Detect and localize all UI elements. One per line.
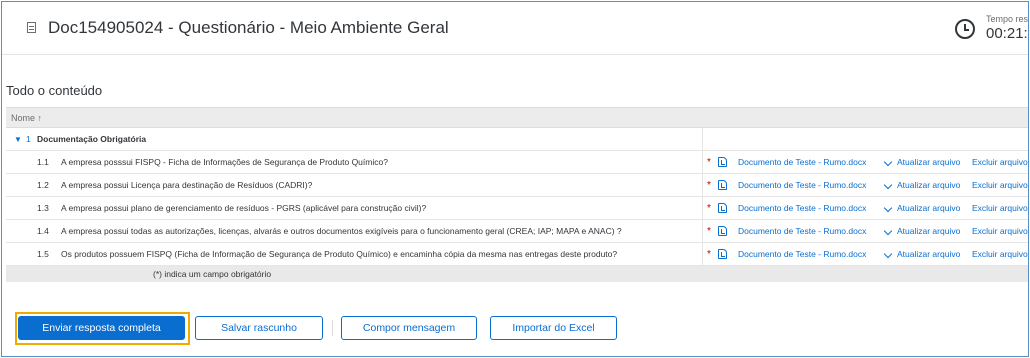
page-title: Doc154905024 - Questionário - Meio Ambie… xyxy=(48,18,449,37)
question-number: 1.1 xyxy=(37,157,49,167)
time-remaining-label: Tempo resta xyxy=(986,14,1029,24)
attachment-icon[interactable] xyxy=(718,203,727,213)
attachment-icon[interactable] xyxy=(718,226,727,236)
group-name: Documentação Obrigatória xyxy=(37,134,147,144)
delete-file-link[interactable]: Excluir arquivo xyxy=(972,174,1028,197)
question-text: A empresa possui todas as autorizações, … xyxy=(61,226,622,236)
update-file-link[interactable]: Atualizar arquivo xyxy=(897,174,960,197)
page-header: Doc154905024 - Questionário - Meio Ambie… xyxy=(2,2,1028,55)
required-marker: * xyxy=(707,157,711,168)
delete-file-link[interactable]: Excluir arquivo xyxy=(972,151,1028,174)
submit-complete-button[interactable]: Enviar resposta completa xyxy=(18,316,185,340)
update-file-link[interactable]: Atualizar arquivo xyxy=(897,220,960,243)
section-title: Todo o conteúdo xyxy=(6,83,103,98)
attachment-icon[interactable] xyxy=(718,157,727,167)
question-text: A empresa possui Licença para destinação… xyxy=(61,180,313,190)
attachment-file-link[interactable]: Documento de Teste - Rumo.docx xyxy=(738,243,866,266)
chevron-down-icon[interactable] xyxy=(883,180,893,190)
update-file-link[interactable]: Atualizar arquivo xyxy=(897,151,960,174)
column-header-name[interactable]: Nome ↑ xyxy=(6,107,1028,128)
delete-file-link[interactable]: Excluir arquivo xyxy=(972,197,1028,220)
button-separator xyxy=(332,320,333,336)
column-divider xyxy=(702,243,703,265)
column-divider xyxy=(702,220,703,242)
required-marker: * xyxy=(707,180,711,191)
attachment-icon[interactable] xyxy=(718,180,727,190)
delete-file-link[interactable]: Excluir arquivo xyxy=(972,243,1028,266)
column-divider xyxy=(702,128,703,150)
import-excel-button[interactable]: Importar do Excel xyxy=(490,316,617,340)
group-number: 1 xyxy=(26,134,31,144)
question-number: 1.5 xyxy=(37,249,49,259)
questions-table: Nome ↑ ▼ 1 Documentação Obrigatória 1.1 A… xyxy=(6,107,1028,282)
attachment-file-link[interactable]: Documento de Teste - Rumo.docx xyxy=(738,174,866,197)
attachment-file-link[interactable]: Documento de Teste - Rumo.docx xyxy=(738,197,866,220)
column-divider xyxy=(702,151,703,173)
column-divider xyxy=(702,197,703,219)
required-marker: * xyxy=(707,249,711,260)
question-row: 1.3 A empresa possui plano de gerenciamen… xyxy=(6,197,1028,220)
group-row[interactable]: ▼ 1 Documentação Obrigatória xyxy=(6,128,1028,151)
document-icon xyxy=(27,22,36,33)
attachment-icon[interactable] xyxy=(718,249,727,259)
expand-caret-icon[interactable]: ▼ xyxy=(14,128,22,151)
save-draft-button[interactable]: Salvar rascunho xyxy=(195,316,323,340)
question-text: A empresa posssui FISPQ - Ficha de Infor… xyxy=(61,157,388,167)
time-remaining-value: 00:21:1 xyxy=(986,25,1028,42)
required-footnote: (*) indica um campo obrigatório xyxy=(6,266,1028,282)
update-file-link[interactable]: Atualizar arquivo xyxy=(897,243,960,266)
chevron-down-icon[interactable] xyxy=(883,203,893,213)
compose-message-button[interactable]: Compor mensagem xyxy=(341,316,477,340)
question-number: 1.2 xyxy=(37,180,49,190)
question-text: A empresa possui plano de gerenciamento … xyxy=(61,203,427,213)
question-number: 1.3 xyxy=(37,203,49,213)
required-marker: * xyxy=(707,203,711,214)
required-marker: * xyxy=(707,226,711,237)
column-divider xyxy=(702,174,703,196)
attachment-file-link[interactable]: Documento de Teste - Rumo.docx xyxy=(738,151,866,174)
delete-file-link[interactable]: Excluir arquivo xyxy=(972,220,1028,243)
chevron-down-icon[interactable] xyxy=(883,157,893,167)
question-text: Os produtos possuem FISPQ (Ficha de Info… xyxy=(61,249,618,259)
chevron-down-icon[interactable] xyxy=(883,226,893,236)
update-file-link[interactable]: Atualizar arquivo xyxy=(897,197,960,220)
question-row: 1.4 A empresa possui todas as autorizaçõe… xyxy=(6,220,1028,243)
chevron-down-icon[interactable] xyxy=(883,249,893,259)
question-row: 1.1 A empresa posssui FISPQ - Ficha de In… xyxy=(6,151,1028,174)
clock-icon xyxy=(955,19,975,39)
question-row: 1.2 A empresa possui Licença para destina… xyxy=(6,174,1028,197)
question-number: 1.4 xyxy=(37,226,49,236)
questionnaire-window: Doc154905024 - Questionário - Meio Ambie… xyxy=(1,1,1029,357)
attachment-file-link[interactable]: Documento de Teste - Rumo.docx xyxy=(738,220,866,243)
question-row: 1.5 Os produtos possuem FISPQ (Ficha de I… xyxy=(6,243,1028,266)
